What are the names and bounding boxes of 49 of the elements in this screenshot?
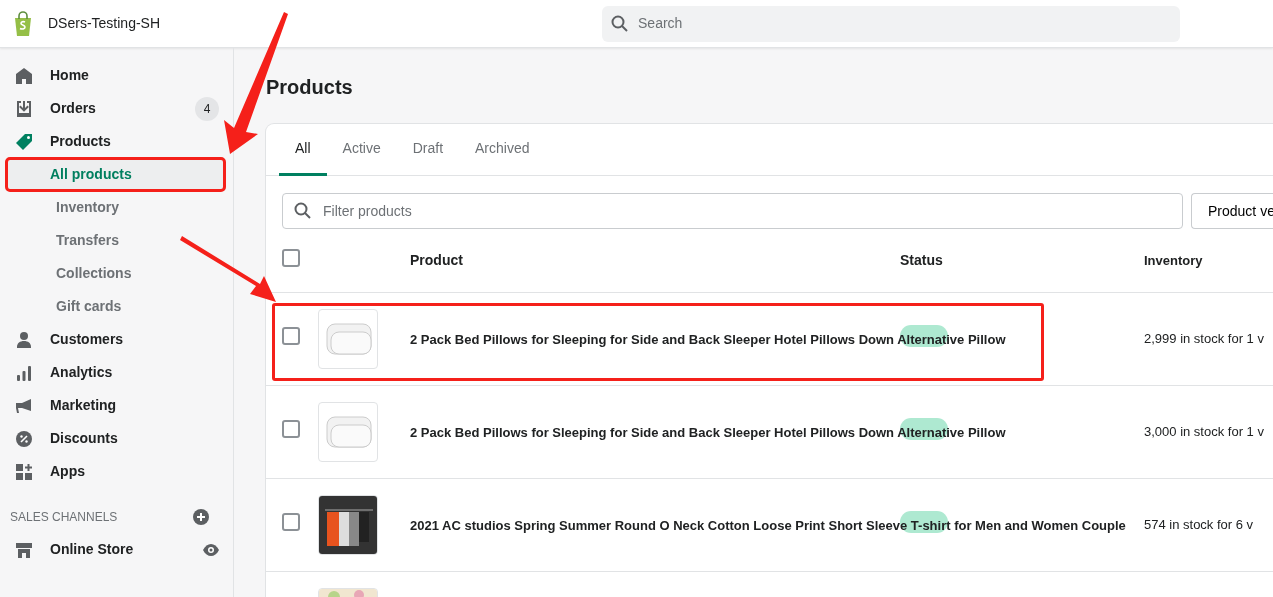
filter-placeholder: Filter products (323, 201, 412, 221)
count-badge: 4 (195, 96, 219, 121)
nav-subitem[interactable]: All products (6, 158, 225, 191)
search-icon (293, 201, 313, 221)
row-checkbox[interactable] (282, 513, 300, 531)
column-header: Product (410, 252, 463, 268)
nav-item[interactable]: Orders (50, 98, 96, 119)
inbox-icon (14, 98, 34, 119)
person-icon (14, 329, 34, 350)
filter-tab[interactable]: Archived (459, 124, 546, 176)
column-header: Inventory (1144, 252, 1203, 268)
product-title[interactable]: 2 Pack Bed Pillows for Sleeping for Side and Back Sleeper Hotel Pillows Down Alternative Pillow (410, 424, 1006, 440)
nav-subitem[interactable]: Collections (6, 257, 225, 290)
filter-tab[interactable]: All (279, 124, 327, 176)
inventory-text: 574 in stock for 6 v (1144, 517, 1254, 533)
filter-tab[interactable]: Draft (396, 124, 460, 176)
nav-item[interactable]: Online Store (50, 539, 134, 560)
product-title[interactable]: 2021 AC studios Spring Summer Round O Neck Cotton Loose Print Short Sleeve T-shirt for Men and Women Couple (410, 517, 1126, 533)
section-heading: SALES CHANNELS (10, 508, 118, 526)
store-name: DSers-Testing-SH (48, 14, 161, 33)
home-icon (14, 65, 34, 86)
page-title: Products (266, 75, 354, 100)
shopping-bag-logo (12, 10, 34, 37)
clothes-photo (319, 496, 377, 554)
inventory-text: 3,000 in stock for 1 v (1144, 424, 1264, 440)
nav-item[interactable]: Marketing (50, 395, 117, 416)
filter-field[interactable]: Filter products (282, 193, 1183, 229)
tag-icon (14, 131, 34, 152)
nav-item[interactable]: Apps (50, 461, 85, 482)
discount-icon (14, 428, 34, 449)
nav-subitem[interactable]: Gift cards (6, 290, 225, 323)
search-field[interactable]: Search (602, 5, 1181, 42)
add-icon[interactable] (192, 507, 210, 526)
nav-item[interactable]: Customers (50, 329, 124, 350)
nav-item[interactable]: Analytics (50, 362, 113, 383)
nav-item[interactable]: Discounts (50, 428, 118, 449)
product-title[interactable]: 2 Pack Bed Pillows for Sleeping for Side and Back Sleeper Hotel Pillows Down Alternative Pillow (410, 331, 1006, 347)
column-header: Status (900, 252, 943, 268)
inventory-text: 2,999 in stock for 1 v (1144, 331, 1264, 347)
search-placeholder: Search (638, 14, 683, 33)
row-checkbox[interactable] (282, 327, 300, 345)
nav-item[interactable]: Products (50, 131, 111, 152)
nav-subitem[interactable]: Inventory (6, 191, 225, 224)
filter-tab[interactable]: Active (326, 124, 397, 176)
row-checkbox[interactable] (282, 420, 300, 438)
nav-subitem[interactable]: Transfers (6, 224, 225, 257)
select-all-checkbox[interactable] (282, 248, 300, 267)
nav-item[interactable]: Home (50, 65, 89, 86)
apps-icon (14, 461, 34, 482)
